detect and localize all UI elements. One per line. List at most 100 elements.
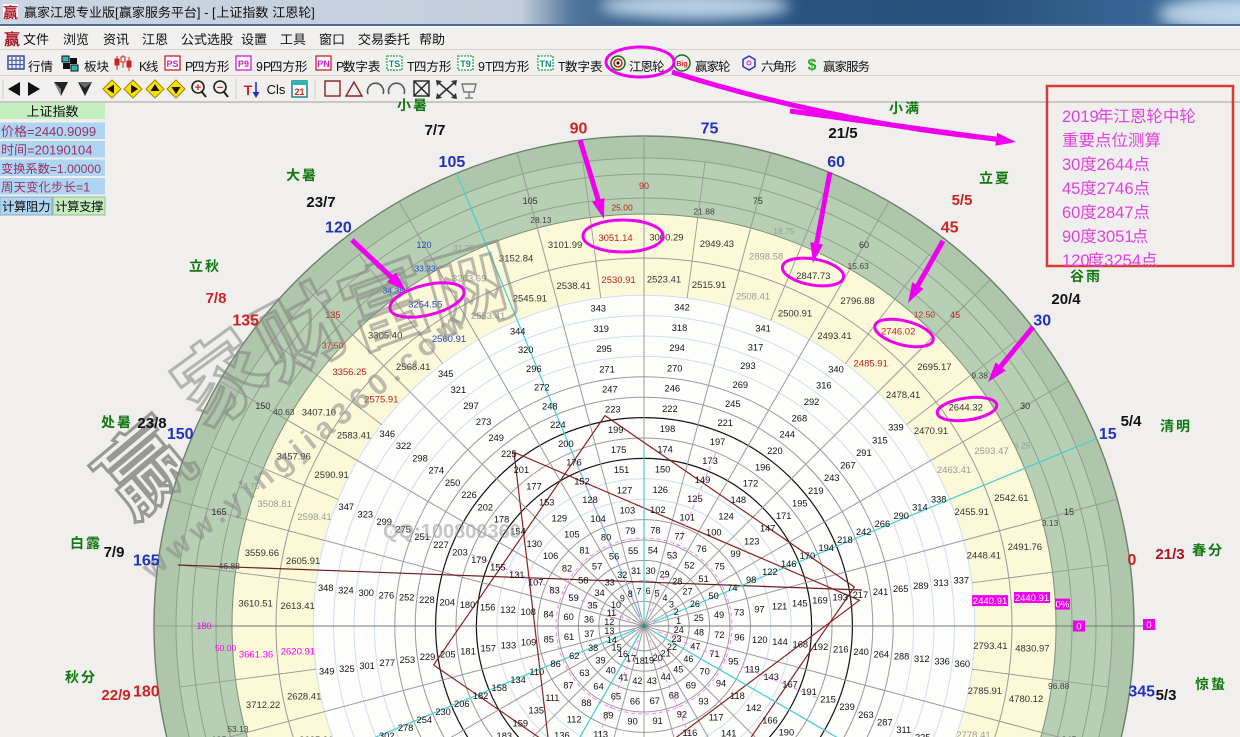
svg-text:293: 293 [740,361,756,371]
svg-text:5/3: 5/3 [1156,687,1177,704]
svg-text:130: 130 [527,539,543,549]
svg-text:199: 199 [608,425,624,435]
svg-text:26: 26 [690,599,700,609]
svg-text:276: 276 [379,590,395,600]
svg-text:108: 108 [520,607,536,617]
svg-text:43: 43 [647,676,657,686]
svg-text:[: [ [115,5,119,20]
svg-text:103: 103 [620,506,636,516]
svg-text:51: 51 [698,574,708,584]
svg-text:271: 271 [599,364,615,374]
svg-text:23/7: 23/7 [306,194,335,211]
svg-text:41: 41 [618,672,628,682]
svg-text:15.63: 15.63 [848,261,870,271]
svg-text:341: 341 [755,323,771,333]
svg-text:244: 244 [779,430,795,440]
svg-text:0: 0 [1128,552,1137,569]
svg-text:196: 196 [755,462,771,472]
svg-text:147: 147 [760,524,776,534]
svg-text:200: 200 [558,439,574,449]
svg-text:168: 168 [793,640,809,650]
svg-text:21/3: 21/3 [1155,546,1184,563]
svg-text:12.50: 12.50 [914,310,936,320]
svg-text:7/8: 7/8 [206,290,227,307]
svg-text:155: 155 [490,563,506,573]
svg-text:PS: PS [166,59,178,69]
svg-text:4: 4 [662,593,667,603]
svg-text:339: 339 [888,423,904,433]
svg-text:105: 105 [564,529,580,539]
svg-text:297: 297 [463,401,479,411]
svg-text:181: 181 [460,646,476,656]
svg-text:265: 265 [893,584,909,594]
svg-text:325: 325 [339,664,355,674]
svg-text:66: 66 [630,696,640,706]
svg-text:320: 320 [518,345,534,355]
svg-text:195: 195 [792,498,808,508]
svg-text:345: 345 [438,369,454,379]
svg-text:106: 106 [543,551,559,561]
svg-text:118: 118 [730,691,745,701]
svg-text:35: 35 [588,600,598,610]
svg-text:7/9: 7/9 [104,544,125,561]
svg-text:71: 71 [709,649,719,659]
svg-text:290: 290 [893,511,909,521]
svg-text:249: 249 [488,433,504,443]
svg-text:90: 90 [627,717,637,727]
svg-text:2644: 2644 [1097,156,1134,174]
svg-text:288: 288 [894,652,910,662]
svg-text:201: 201 [514,465,530,475]
svg-text:347: 347 [339,502,355,512]
svg-text:132: 132 [500,605,516,615]
svg-text:2455.91: 2455.91 [955,507,989,518]
svg-text:102: 102 [650,505,666,515]
svg-text:176: 176 [566,458,582,468]
svg-text:0: 0 [1076,622,1081,633]
svg-text:182: 182 [473,691,489,701]
svg-text:177: 177 [526,481,542,491]
svg-text:2847.73: 2847.73 [796,271,830,282]
svg-text:346: 346 [380,429,396,439]
svg-text:−: − [217,82,223,94]
svg-text:Cls: Cls [267,82,286,97]
svg-text:301: 301 [359,661,375,671]
svg-text:247: 247 [602,384,618,394]
svg-text:7: 7 [636,586,641,596]
svg-text:98: 98 [746,575,756,585]
svg-text:146: 146 [781,559,797,569]
svg-text:82: 82 [562,563,572,573]
svg-text:148: 148 [731,495,747,505]
svg-text:144: 144 [772,637,788,647]
svg-text:337: 337 [954,575,970,585]
svg-text:253: 253 [400,655,416,665]
svg-text:166: 166 [762,715,778,725]
svg-text:221: 221 [717,418,733,428]
svg-text:335: 335 [915,733,931,737]
svg-text:60: 60 [1062,204,1080,222]
svg-text:92: 92 [677,709,687,719]
svg-text:135: 135 [529,706,545,716]
svg-text:267: 267 [840,461,856,471]
svg-text:171: 171 [776,511,792,521]
svg-text:202: 202 [478,502,494,512]
svg-text:180: 180 [460,600,476,610]
svg-text:123: 123 [744,536,760,546]
svg-text:110: 110 [529,667,544,677]
svg-text:204: 204 [439,598,455,608]
svg-text:3559.66: 3559.66 [245,548,279,559]
svg-text:2500.91: 2500.91 [778,309,812,320]
svg-text:0%: 0% [1056,600,1070,611]
svg-text:313: 313 [933,578,949,588]
svg-text:172: 172 [743,479,759,489]
svg-text:120: 120 [1062,252,1090,270]
svg-text:2493.41: 2493.41 [817,331,851,342]
svg-text:54: 54 [648,546,658,556]
svg-text:=20190104: =20190104 [27,143,92,158]
svg-text:170: 170 [800,551,816,561]
svg-text:142: 142 [746,703,762,713]
svg-text:349: 349 [319,667,335,677]
svg-text:99: 99 [730,549,740,559]
svg-text:197: 197 [710,437,726,447]
svg-text:107: 107 [528,578,544,588]
svg-text:2470.91: 2470.91 [914,426,948,437]
